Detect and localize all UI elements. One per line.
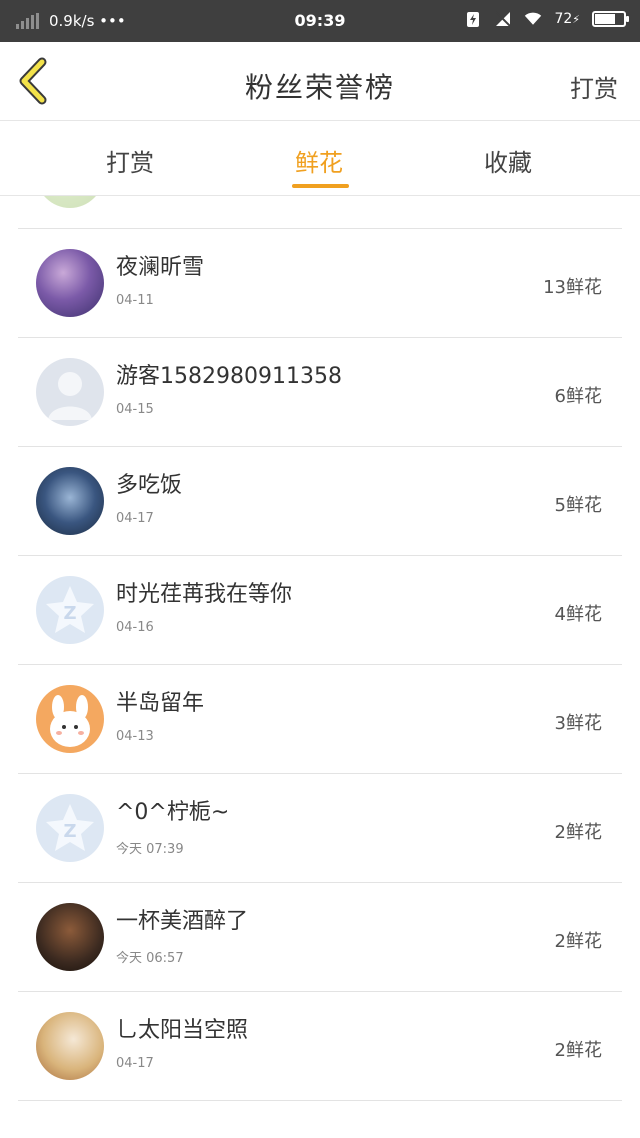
fan-list[interactable]: 爱吃菜的白样摇04-1567鲜花夜澜昕雪 04-11 13鲜花游客158298091…: [0, 196, 640, 1138]
avatar[interactable]: [36, 358, 104, 426]
wifi-icon: [524, 10, 542, 28]
flower-count: 4鲜花: [554, 604, 602, 625]
no-sim-icon: [494, 10, 512, 28]
app-header: 粉丝荣誉榜 打赏: [0, 42, 640, 121]
reward-action-button[interactable]: 打赏: [570, 69, 618, 104]
status-bar: 0.9k/s ••• 09:39 72⚡: [0, 0, 640, 42]
fan-date: 今天 07:39: [116, 842, 184, 857]
avatar[interactable]: Z: [36, 576, 104, 644]
tab-flowers[interactable]: 鲜花: [295, 143, 343, 178]
fan-list-inner: 爱吃菜的白样摇04-1567鲜花夜澜昕雪 04-11 13鲜花游客158298091…: [0, 196, 640, 1101]
list-item[interactable]: 半岛留年 04-13 3鲜花: [18, 665, 622, 774]
page-title: 粉丝荣誉榜: [244, 71, 395, 104]
fan-date: 04-15: [116, 402, 154, 417]
tab-reward[interactable]: 打赏: [106, 143, 154, 178]
battery-icon: [592, 11, 629, 27]
fan-date: 今天 06:57: [116, 951, 184, 966]
battery-fill: [595, 14, 616, 24]
avatar[interactable]: Z: [36, 794, 104, 862]
flower-count: 3鲜花: [554, 713, 602, 734]
fan-name: ^0^柠栀~: [116, 800, 230, 825]
avatar[interactable]: [36, 249, 104, 317]
list-item[interactable]: Z ^0^柠栀~ 今天 07:39 2鲜花: [18, 774, 622, 883]
flower-count: 2鲜花: [554, 931, 602, 952]
fan-name: 游客1582980911358: [116, 364, 342, 389]
list-item[interactable]: 夜澜昕雪 04-11 13鲜花: [18, 229, 622, 338]
flower-count: 2鲜花: [554, 822, 602, 843]
list-item[interactable]: Z 时光荏苒我在等你 04-16 4鲜花: [18, 556, 622, 665]
fan-name: 一杯美酒醉了: [116, 909, 249, 934]
list-item[interactable]: 游客1582980911358 04-15 6鲜花: [18, 338, 622, 447]
list-item[interactable]: 爱吃菜的白样摇04-1567鲜花: [18, 196, 622, 229]
svg-text:Z: Z: [63, 603, 76, 624]
fan-name: 半岛留年: [116, 691, 205, 716]
fan-name: 夜澜昕雪: [116, 255, 205, 280]
fan-date: 04-11: [116, 293, 154, 308]
battery-percent: 72⚡: [554, 11, 580, 27]
list-item[interactable]: 多吃饭 04-17 5鲜花: [18, 447, 622, 556]
avatar[interactable]: [36, 903, 104, 971]
fan-date: 04-13: [116, 729, 154, 744]
flower-count: 5鲜花: [554, 495, 602, 516]
fan-name: 多吃饭: [116, 473, 183, 498]
battery-saver-icon: [464, 10, 482, 28]
fan-date: 04-17: [116, 511, 154, 526]
active-tab-indicator: [292, 184, 349, 188]
avatar[interactable]: [36, 196, 104, 208]
fan-name: 时光荏苒我在等你: [116, 582, 293, 607]
fan-name: 乚太阳当空照: [116, 1018, 249, 1043]
avatar[interactable]: [36, 467, 104, 535]
fan-date: 04-16: [116, 620, 154, 635]
avatar[interactable]: [36, 685, 104, 753]
fan-date: 04-17: [116, 1056, 154, 1071]
svg-text:Z: Z: [63, 821, 76, 842]
status-right: 72⚡: [464, 10, 629, 28]
tab-favorites[interactable]: 收藏: [484, 143, 532, 178]
flower-count: 13鲜花: [543, 277, 602, 298]
avatar[interactable]: [36, 1012, 104, 1080]
fan-date: 04-15: [116, 196, 154, 199]
list-item[interactable]: 一杯美酒醉了今天 06:57 2鲜花: [18, 883, 622, 992]
list-item[interactable]: 乚太阳当空照 04-17 2鲜花: [18, 992, 622, 1101]
flower-count: 2鲜花: [554, 1040, 602, 1061]
flower-count: 6鲜花: [554, 386, 602, 407]
